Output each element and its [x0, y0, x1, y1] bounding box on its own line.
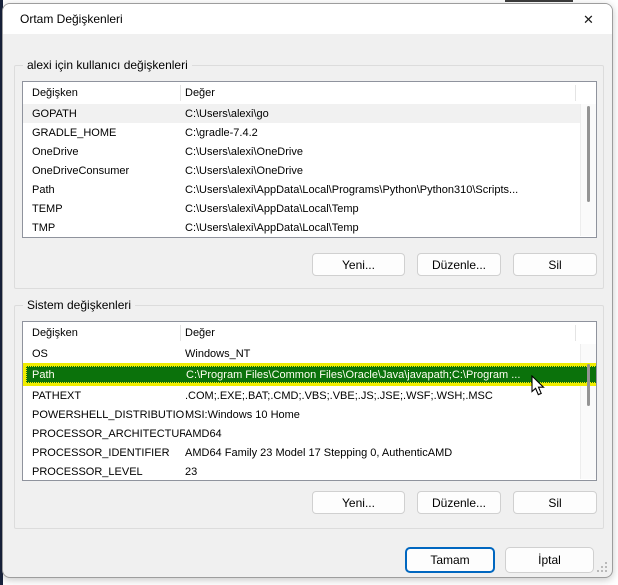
table-row-processor-identifier[interactable]: PROCESSOR_IDENTIFIERAMD64 Family 23 Mode…: [23, 443, 596, 462]
variable-value: C:\Program Files\Common Files\Oracle\Jav…: [186, 369, 596, 381]
user-variables-buttons: Yeni... Düzenle... Sil: [22, 253, 597, 276]
table-row-onedrive[interactable]: OneDriveC:\Users\alexi\OneDrive: [23, 142, 596, 161]
scrollbar-thumb[interactable]: [587, 364, 590, 406]
variable-value: Windows_NT: [185, 348, 579, 360]
variable-value: C:\Users\alexi\go: [185, 108, 579, 120]
variable-value: AMD64 Family 23 Model 17 Stepping 0, Aut…: [185, 447, 579, 459]
variable-name: POWERSHELL_DISTRIBUTIO...: [23, 409, 185, 421]
column-divider[interactable]: [180, 325, 181, 341]
system-variables-buttons: Yeni... Düzenle... Sil: [22, 491, 597, 514]
variable-name: PROCESSOR_IDENTIFIER: [23, 447, 185, 459]
system-new-button[interactable]: Yeni...: [312, 491, 405, 514]
cancel-button[interactable]: İptal: [505, 547, 594, 573]
column-header-variable[interactable]: Değişken: [23, 87, 185, 99]
variable-value: C:\Users\alexi\AppData\Local\Temp: [185, 222, 579, 234]
variable-value: C:\Users\alexi\AppData\Local\Temp: [185, 203, 579, 215]
dialog-footer: Tamam İptal: [22, 547, 594, 573]
system-delete-button[interactable]: Sil: [513, 491, 597, 514]
table-row-tmp[interactable]: TMPC:\Users\alexi\AppData\Local\Temp: [23, 218, 596, 237]
variable-value: 23: [185, 466, 579, 478]
user-delete-button[interactable]: Sil: [513, 253, 597, 276]
variable-value: C:\Users\alexi\AppData\Local\Programs\Py…: [185, 184, 579, 196]
column-divider[interactable]: [180, 85, 181, 101]
variable-name: TMP: [23, 222, 185, 234]
variable-name: Path: [23, 184, 185, 196]
column-divider[interactable]: [575, 85, 576, 101]
user-variables-table: Değişken Değer GOPATHC:\Users\alexi\goGR…: [22, 81, 597, 238]
table-row-path[interactable]: PathC:\Program Files\Common Files\Oracle…: [23, 363, 596, 386]
table-row-processor-architecture[interactable]: PROCESSOR_ARCHITECTUREAMD64: [23, 424, 596, 443]
resize-grip-icon[interactable]: [597, 562, 607, 572]
variable-name: PATHEXT: [23, 390, 185, 402]
variable-value: C:\Users\alexi\OneDrive: [185, 146, 579, 158]
close-icon: ✕: [583, 12, 594, 28]
column-header-value[interactable]: Değer: [185, 327, 579, 339]
table-row-path[interactable]: PathC:\Users\alexi\AppData\Local\Program…: [23, 180, 596, 199]
close-button[interactable]: ✕: [566, 5, 611, 34]
table-row-processor-level[interactable]: PROCESSOR_LEVEL23: [23, 462, 596, 480]
window-title: Ortam Değişkenleri: [20, 12, 123, 26]
ok-button[interactable]: Tamam: [405, 547, 495, 573]
system-edit-button[interactable]: Düzenle...: [417, 491, 501, 514]
variable-value: C:\Users\alexi\OneDrive: [185, 165, 579, 177]
variable-name: GOPATH: [23, 108, 185, 120]
user-variables-group-label: alexi için kullanıcı değişkenleri: [23, 58, 192, 72]
variable-name: OneDriveConsumer: [23, 165, 185, 177]
environment-variables-dialog: Ortam Değişkenleri ✕ alexi için kullanıc…: [2, 3, 613, 578]
table-row-onedriveconsumer[interactable]: OneDriveConsumerC:\Users\alexi\OneDrive: [23, 161, 596, 180]
variable-name: Path: [27, 369, 186, 381]
system-table-rows: OSWindows_NT PathC:\Program Files\Common …: [23, 344, 596, 480]
user-edit-button[interactable]: Düzenle...: [417, 253, 501, 276]
table-row-os[interactable]: OSWindows_NT: [23, 344, 596, 363]
table-row-powershell-distributio-[interactable]: POWERSHELL_DISTRIBUTIO...MSI:Windows 10 …: [23, 405, 596, 424]
table-row-temp[interactable]: TEMPC:\Users\alexi\AppData\Local\Temp: [23, 199, 596, 218]
user-table-scrollbar[interactable]: [580, 104, 596, 236]
variable-name: TEMP: [23, 203, 185, 215]
variable-value: MSI:Windows 10 Home: [185, 409, 579, 421]
system-variables-table: Değişken Değer OSWindows_NT PathC:\Progra…: [22, 321, 597, 481]
column-header-variable[interactable]: Değişken: [23, 327, 185, 339]
selected-row-fill: PathC:\Program Files\Common Files\Oracle…: [26, 366, 596, 383]
variable-name: PROCESSOR_LEVEL: [23, 466, 185, 478]
variable-name: PROCESSOR_ARCHITECTURE: [23, 428, 185, 440]
table-row-gopath[interactable]: GOPATHC:\Users\alexi\go: [23, 104, 596, 123]
variable-value: C:\gradle-7.4.2: [185, 127, 579, 139]
variable-name: OneDrive: [23, 146, 185, 158]
column-divider[interactable]: [575, 325, 576, 341]
table-row-pathext[interactable]: PATHEXT.COM;.EXE;.BAT;.CMD;.VBS;.VBE;.JS…: [23, 386, 596, 405]
table-row-gradle-home[interactable]: GRADLE_HOMEC:\gradle-7.4.2: [23, 123, 596, 142]
variable-name: GRADLE_HOME: [23, 127, 185, 139]
highlight-annotation: PathC:\Program Files\Common Files\Oracle…: [23, 363, 596, 386]
user-table-header: Değişken Değer: [23, 82, 596, 104]
user-table-rows: GOPATHC:\Users\alexi\goGRADLE_HOMEC:\gra…: [23, 104, 596, 237]
column-header-value[interactable]: Değer: [185, 87, 579, 99]
scrollbar-thumb[interactable]: [587, 106, 590, 202]
title-bar: Ortam Değişkenleri: [3, 4, 612, 34]
variable-value: .COM;.EXE;.BAT;.CMD;.VBS;.VBE;.JS;.JSE;.…: [185, 390, 579, 402]
user-new-button[interactable]: Yeni...: [312, 253, 405, 276]
system-variables-group-label: Sistem değişkenleri: [23, 298, 135, 312]
desktop-background-segment: [505, 0, 573, 2]
variable-name: OS: [23, 348, 185, 360]
system-table-header: Değişken Değer: [23, 322, 596, 344]
variable-value: AMD64: [185, 428, 579, 440]
